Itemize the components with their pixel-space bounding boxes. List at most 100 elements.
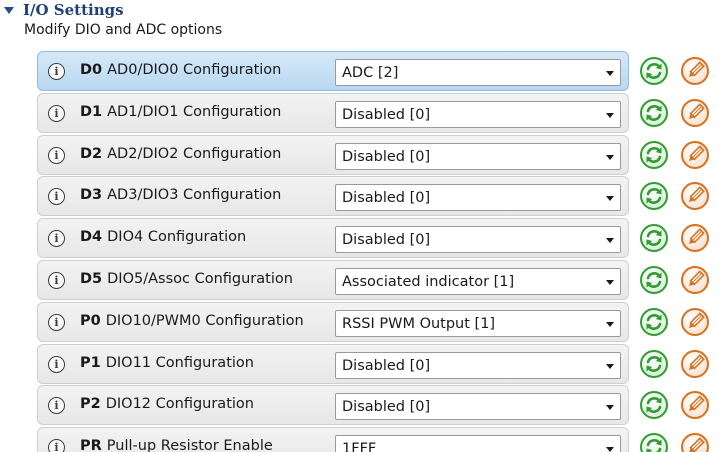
write-setting-button[interactable]: [680, 223, 710, 253]
setting-row-d1[interactable]: i D1 AD1/DIO1 Configuration Disabled [0]: [37, 93, 720, 133]
io-settings-page: I/O Settings Modify DIO and ADC options …: [0, 0, 721, 452]
info-icon[interactable]: i: [48, 188, 65, 205]
read-setting-button[interactable]: [639, 432, 669, 452]
write-setting-button[interactable]: [680, 432, 710, 452]
info-icon[interactable]: i: [48, 147, 65, 164]
chevron-down-icon[interactable]: [606, 113, 614, 118]
info-icon[interactable]: i: [48, 105, 65, 122]
setting-name: DIO5/Assoc Configuration: [107, 271, 293, 287]
chevron-down-icon[interactable]: [606, 447, 614, 452]
info-icon[interactable]: i: [48, 397, 65, 414]
read-setting-button[interactable]: [639, 98, 669, 128]
refresh-icon: [640, 182, 668, 210]
setting-row-panel[interactable]: i D2 AD2/DIO2 Configuration Disabled [0]: [37, 135, 629, 175]
write-setting-button[interactable]: [680, 349, 710, 379]
dropdown-selected-value: Disabled [0]: [342, 149, 431, 165]
pencil-icon: [681, 224, 709, 252]
setting-value-dropdown[interactable]: Disabled [0]: [335, 352, 621, 379]
setting-row-panel[interactable]: i D4 DIO4 Configuration Disabled [0]: [37, 218, 629, 258]
dropdown-selected-value: Disabled [0]: [342, 190, 431, 206]
info-icon[interactable]: i: [48, 63, 65, 80]
pencil-icon: [681, 350, 709, 378]
setting-name: DIO12 Configuration: [105, 396, 254, 412]
setting-value-dropdown[interactable]: Disabled [0]: [335, 101, 621, 128]
write-setting-button[interactable]: [680, 390, 710, 420]
setting-label: P1 DIO11 Configuration: [80, 355, 254, 371]
read-setting-button[interactable]: [639, 223, 669, 253]
setting-name: AD1/DIO1 Configuration: [107, 104, 282, 120]
info-icon[interactable]: i: [48, 356, 65, 373]
setting-row-panel[interactable]: i P0 DIO10/PWM0 Configuration RSSI PWM Outp…: [37, 302, 629, 342]
setting-code: D0: [80, 62, 103, 78]
setting-row-panel[interactable]: i P1 DIO11 Configuration Disabled [0]: [37, 344, 629, 384]
info-icon[interactable]: i: [48, 230, 65, 247]
chevron-down-icon[interactable]: [606, 238, 614, 243]
setting-row-panel[interactable]: i D0 AD0/DIO0 Configuration ADC [2]: [37, 51, 629, 91]
info-icon[interactable]: i: [48, 314, 65, 331]
write-setting-button[interactable]: [680, 181, 710, 211]
setting-row-p2[interactable]: i P2 DIO12 Configuration Disabled [0]: [37, 385, 720, 425]
setting-value-dropdown[interactable]: Disabled [0]: [335, 143, 621, 170]
read-setting-button[interactable]: [639, 390, 669, 420]
read-setting-button[interactable]: [639, 140, 669, 170]
info-icon[interactable]: i: [48, 439, 65, 452]
dropdown-selected-value: RSSI PWM Output [1]: [342, 316, 496, 332]
setting-value-dropdown[interactable]: RSSI PWM Output [1]: [335, 310, 621, 337]
setting-row-panel[interactable]: i D3 AD3/DIO3 Configuration Disabled [0]: [37, 176, 629, 216]
pencil-icon: [681, 141, 709, 169]
dropdown-selected-value: Associated indicator [1]: [342, 274, 515, 290]
setting-row-d4[interactable]: i D4 DIO4 Configuration Disabled [0]: [37, 218, 720, 258]
setting-label: D0 AD0/DIO0 Configuration: [80, 62, 281, 78]
setting-row-d0[interactable]: i D0 AD0/DIO0 Configuration ADC [2]: [37, 51, 720, 91]
setting-value-dropdown[interactable]: Disabled [0]: [335, 393, 621, 420]
pencil-icon: [681, 99, 709, 127]
setting-value-dropdown[interactable]: Associated indicator [1]: [335, 268, 621, 295]
setting-row-pr[interactable]: i PR Pull-up Resistor Enable 1FFF: [37, 427, 720, 452]
setting-row-d5[interactable]: i D5 DIO5/Assoc Configuration Associated in…: [37, 260, 720, 300]
dropdown-selected-value: Disabled [0]: [342, 358, 431, 374]
setting-row-d3[interactable]: i D3 AD3/DIO3 Configuration Disabled [0]: [37, 176, 720, 216]
setting-row-panel[interactable]: i P2 DIO12 Configuration Disabled [0]: [37, 385, 629, 425]
chevron-down-icon[interactable]: [606, 71, 614, 76]
pencil-icon: [681, 182, 709, 210]
read-setting-button[interactable]: [639, 349, 669, 379]
write-setting-button[interactable]: [680, 98, 710, 128]
setting-code: D1: [80, 104, 103, 120]
setting-code: P2: [80, 396, 101, 412]
setting-value-dropdown[interactable]: 1FFF: [335, 435, 621, 452]
setting-row-panel[interactable]: i PR Pull-up Resistor Enable 1FFF: [37, 427, 629, 452]
write-setting-button[interactable]: [680, 56, 710, 86]
dropdown-selected-value: ADC [2]: [342, 65, 399, 81]
refresh-icon: [640, 391, 668, 419]
setting-row-d2[interactable]: i D2 AD2/DIO2 Configuration Disabled [0]: [37, 135, 720, 175]
info-icon[interactable]: i: [48, 272, 65, 289]
setting-row-panel[interactable]: i D5 DIO5/Assoc Configuration Associated in…: [37, 260, 629, 300]
setting-name: DIO10/PWM0 Configuration: [105, 313, 304, 329]
chevron-down-icon[interactable]: [606, 280, 614, 285]
setting-value-dropdown[interactable]: Disabled [0]: [335, 184, 621, 211]
write-setting-button[interactable]: [680, 140, 710, 170]
refresh-icon: [640, 224, 668, 252]
collapse-arrow-icon[interactable]: [4, 6, 14, 14]
chevron-down-icon[interactable]: [606, 405, 614, 410]
chevron-down-icon[interactable]: [606, 322, 614, 327]
setting-row-panel[interactable]: i D1 AD1/DIO1 Configuration Disabled [0]: [37, 93, 629, 133]
read-setting-button[interactable]: [639, 56, 669, 86]
setting-value-dropdown[interactable]: Disabled [0]: [335, 226, 621, 253]
setting-row-p1[interactable]: i P1 DIO11 Configuration Disabled [0]: [37, 344, 720, 384]
read-setting-button[interactable]: [639, 181, 669, 211]
setting-label: D2 AD2/DIO2 Configuration: [80, 146, 281, 162]
read-setting-button[interactable]: [639, 307, 669, 337]
chevron-down-icon[interactable]: [606, 364, 614, 369]
setting-code: PR: [80, 438, 102, 452]
write-setting-button[interactable]: [680, 265, 710, 295]
setting-row-p0[interactable]: i P0 DIO10/PWM0 Configuration RSSI PWM Outp…: [37, 302, 720, 342]
write-setting-button[interactable]: [680, 307, 710, 337]
chevron-down-icon[interactable]: [606, 155, 614, 160]
setting-value-dropdown[interactable]: ADC [2]: [335, 59, 621, 86]
setting-label: D4 DIO4 Configuration: [80, 229, 246, 245]
chevron-down-icon[interactable]: [606, 196, 614, 201]
read-setting-button[interactable]: [639, 265, 669, 295]
refresh-icon: [640, 308, 668, 336]
section-header[interactable]: I/O Settings: [2, 0, 124, 20]
